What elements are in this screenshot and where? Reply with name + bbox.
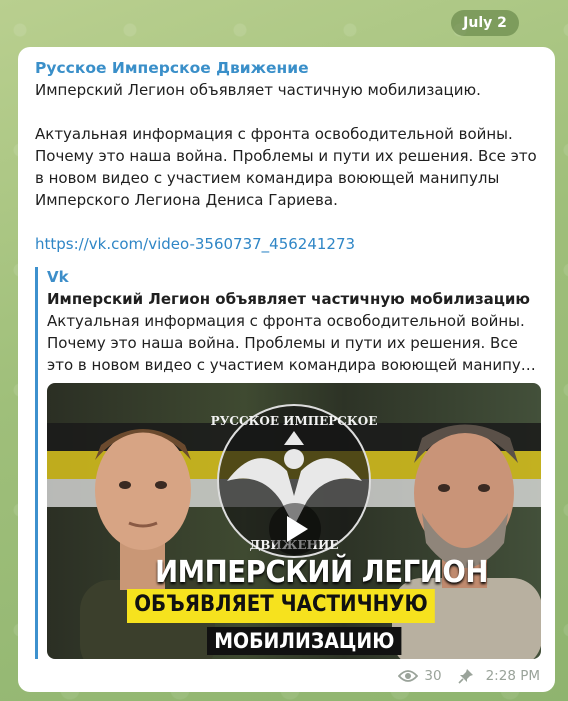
message-line: Актуальная информация с фронта освободит… [35,125,513,143]
message-bubble[interactable]: Русское Имперское Движение Имперский Лег… [18,47,555,692]
preview-desc-line: Актуальная информация с фронта освободит… [47,312,525,330]
preview-title: Имперский Легион объявляет частичную моб… [47,290,531,308]
channel-name[interactable]: Русское Имперское Движение [35,58,539,79]
thumbnail-caption-line2: ОБЪЯВЛЯЕТ ЧАСТИЧНУЮ [127,589,435,623]
play-button[interactable] [269,503,321,555]
message-line: Имперский Легион объявляет частичную моб… [35,81,481,99]
preview-description: Актуальная информация с фронта освободит… [47,310,541,376]
message-meta: 30 2:28 PM [398,668,540,684]
message-time: 2:28 PM [485,668,540,684]
message-line: Имперского Легиона Дениса Гариева. [35,191,338,209]
message-line: Почему это наша война. Проблемы и пути и… [35,147,537,165]
message-text: Имперский Легион объявляет частичную моб… [35,79,539,233]
preview-desc-line: Почему это наша война. Проблемы и пути и… [47,334,518,352]
message-line [35,211,539,233]
play-icon [287,516,308,542]
eye-icon [398,669,419,683]
preview-desc-line: это в новом видео с участием командира в… [47,356,541,374]
thumbnail-caption-line3: МОБИЛИЗАЦИЮ [207,627,402,655]
view-count: 30 [424,668,442,684]
video-thumbnail[interactable]: РУССКОЕ ИМПЕРСКОЕ ДВИЖЕНИЕ ИМПЕРСКИЙ ЛЕГ… [47,383,541,659]
message-line: в новом видео с участием командира воюющ… [35,169,500,187]
video-link[interactable]: https://vk.com/video-3560737_456241273 [35,233,539,255]
preview-site-name: Vk [47,268,69,286]
emblem-text-top: РУССКОЕ ИМПЕРСКОЕ [211,414,378,428]
link-preview[interactable]: Vk Имперский Легион объявляет частичную … [35,267,541,659]
thumbnail-caption-line1: ИМПЕРСКИЙ ЛЕГИОН [155,555,489,590]
message-line [35,101,539,123]
pin-icon [458,668,474,684]
date-pill[interactable]: July 2 [451,10,519,36]
